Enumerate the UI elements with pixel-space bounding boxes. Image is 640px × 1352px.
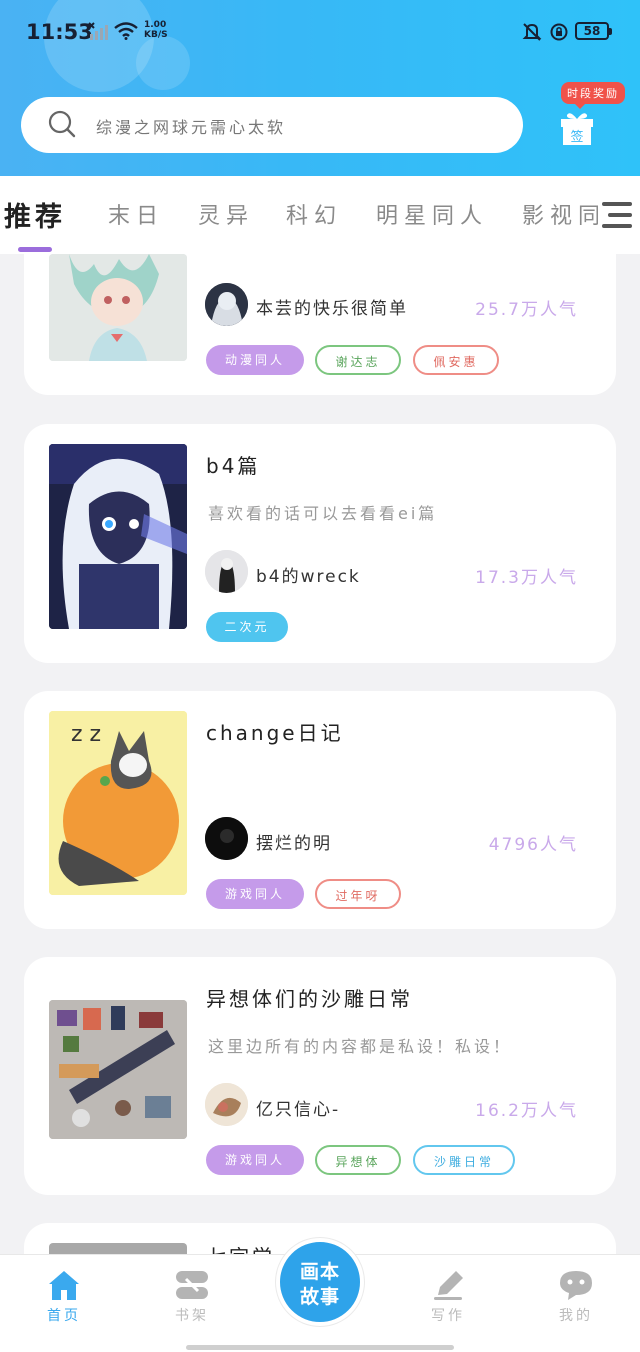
story-tag[interactable]: 过年呀 — [315, 879, 401, 909]
story-cover — [49, 1243, 187, 1254]
tab-celebrity-fanfic[interactable]: 明星同人 — [376, 198, 488, 230]
story-card[interactable]: 本芸的快乐很简单 25.7万人气 动漫同人 谢达志 佩安惠 — [24, 254, 616, 395]
net-speed-unit: KB/S — [144, 30, 168, 40]
net-speed: 1.00 KB/S — [144, 20, 168, 40]
story-tag[interactable]: 沙雕日常 — [413, 1145, 515, 1175]
nav-bookshelf[interactable]: 书架 — [162, 1269, 222, 1325]
bookshelf-icon — [176, 1271, 208, 1299]
author-name: 摆烂的明 — [256, 834, 332, 854]
story-tag[interactable]: 谢达志 — [315, 345, 401, 375]
popularity: 25.7万人气 — [475, 300, 578, 320]
pen-icon — [434, 1271, 463, 1300]
popularity: 16.2万人气 — [475, 1101, 578, 1121]
tab-film-fanfic[interactable]: 影视同 — [522, 198, 606, 230]
story-description: 这里边所有的内容都是私设！私设！ — [208, 1037, 513, 1056]
home-indicator[interactable] — [186, 1345, 454, 1350]
home-icon — [49, 1271, 79, 1300]
author-name: 本芸的快乐很简单 — [256, 299, 408, 319]
story-title: b4篇 — [206, 454, 261, 478]
status-time: 11:53 — [26, 20, 93, 44]
nav-label: 写作 — [431, 1308, 465, 1324]
story-card[interactable]: z z change日记 摆烂的明 4796人气 游戏同人 过年呀 — [24, 691, 616, 929]
story-cover — [49, 444, 187, 629]
popularity: 17.3万人气 — [475, 568, 578, 588]
tab-doomsday[interactable]: 末日 — [108, 198, 164, 230]
category-tabs: 推荐 末日 灵异 科幻 明星同人 影视同 — [0, 176, 640, 254]
author-avatar — [205, 1083, 248, 1126]
story-description: 喜欢看的话可以去看看ei篇 — [208, 504, 438, 523]
gift-label: 签 — [570, 129, 583, 145]
mute-bell-icon — [522, 23, 542, 41]
search-icon — [48, 110, 76, 138]
story-tag[interactable]: 二次元 — [206, 612, 288, 642]
author-name: 亿只信心- — [256, 1100, 341, 1120]
svg-text:z z: z z — [71, 722, 101, 747]
nav-label: 首页 — [47, 1308, 81, 1324]
tab-supernatural[interactable]: 灵异 — [198, 198, 254, 230]
nav-home[interactable]: 首页 — [34, 1269, 94, 1325]
story-tag[interactable]: 游戏同人 — [206, 879, 304, 909]
search-placeholder: 综漫之网球元需心太软 — [96, 118, 287, 137]
reward-badge[interactable]: 时段奖励 — [561, 82, 625, 109]
net-speed-value: 1.00 — [144, 20, 167, 30]
story-title: 异想体们的沙雕日常 — [206, 987, 413, 1011]
signal-icon — [88, 22, 108, 40]
nav-mine[interactable]: 我的 — [546, 1269, 606, 1325]
create-story-line1: 画本 — [299, 1261, 340, 1283]
story-card[interactable]: b4篇 喜欢看的话可以去看看ei篇 b4的wreck 17.3万人气 二次元 — [24, 424, 616, 663]
story-tag[interactable]: 动漫同人 — [206, 345, 304, 375]
create-story-line2: 故事 — [299, 1286, 340, 1308]
story-tag[interactable]: 游戏同人 — [206, 1145, 304, 1175]
gift-checkin-icon[interactable]: 签 — [558, 108, 596, 146]
story-cover — [49, 1000, 187, 1139]
story-tag[interactable]: 异想体 — [315, 1145, 401, 1175]
author-avatar — [205, 817, 248, 860]
story-card[interactable]: 异想体们的沙雕日常 这里边所有的内容都是私设！私设！ 亿只信心- 16.2万人气… — [24, 957, 616, 1195]
search-bar[interactable]: 综漫之网球元需心太软 — [21, 97, 523, 153]
story-cover: z z — [49, 711, 187, 895]
nav-write[interactable]: 写作 — [418, 1269, 478, 1325]
nav-label: 书架 — [175, 1308, 209, 1324]
story-tag[interactable]: 佩安惠 — [413, 345, 499, 375]
popularity: 4796人气 — [488, 835, 578, 855]
author-avatar — [205, 283, 248, 326]
create-story-button[interactable]: 画本 故事 — [276, 1238, 364, 1326]
nav-label: 我的 — [559, 1308, 593, 1324]
app-header: 11:53 1.00 KB/S 58 综漫之网球元需心太软 — [0, 0, 640, 176]
story-feed[interactable]: 本芸的快乐很简单 25.7万人气 动漫同人 谢达志 佩安惠 b4篇 喜欢看的话可… — [0, 254, 640, 1254]
menu-icon[interactable] — [598, 196, 636, 236]
wifi-icon — [114, 22, 138, 40]
author-name: b4的wreck — [256, 567, 361, 587]
tab-scifi[interactable]: 科幻 — [286, 198, 342, 230]
rotation-lock-icon — [550, 23, 568, 41]
active-tab-indicator — [18, 247, 52, 252]
author-avatar — [205, 550, 248, 593]
battery-icon: 58 — [575, 22, 612, 40]
story-title: 七宗学 — [206, 1241, 275, 1254]
story-title: change日记 — [206, 721, 344, 745]
story-cover — [49, 254, 187, 361]
status-bar: 11:53 1.00 KB/S 58 — [0, 0, 640, 64]
chat-profile-icon — [560, 1271, 592, 1300]
tab-recommend[interactable]: 推荐 — [4, 195, 66, 234]
